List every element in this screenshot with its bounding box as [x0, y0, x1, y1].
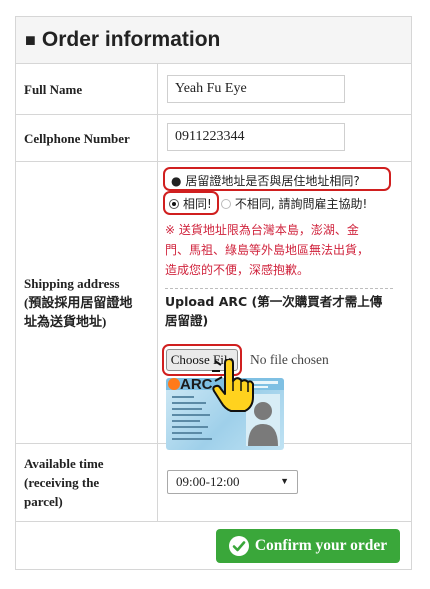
radio-same-label: 相同! [183, 197, 212, 211]
shipping-warning: ※ 送貨地址限為台灣本島，澎湖、金 門、馬祖、綠島等外島地區無法出貨， 造成您的… [165, 220, 397, 280]
available-time-line2: (receiving the [24, 475, 100, 490]
orange-circle-icon [168, 378, 180, 390]
warning-line2: 門、馬祖、綠島等外島地區無法出貨， [165, 243, 370, 257]
pointer-hand-icon [212, 359, 254, 412]
bullet-icon: ● [171, 174, 182, 188]
no-file-text: No file chosen [250, 352, 329, 367]
confirm-order-button[interactable]: Confirm your order [216, 529, 400, 563]
address-question-text: 居留證地址是否與居住地址相同? [185, 174, 360, 188]
upload-arc-label: Upload ARC (第一次購買者才需上傳 居留證) [165, 292, 399, 330]
time-select-value: 09:00-12:00 [176, 474, 240, 489]
page-title: Order information [41, 28, 221, 51]
arc-card-text: ARC [180, 378, 213, 393]
available-time-row: Available time (receiving the parcel) 09… [16, 444, 411, 522]
radio-different-label: 不相同, 請詢問雇主協助! [234, 197, 368, 211]
order-panel: ■ Order information Full Name Yeah Fu Ey… [15, 16, 412, 570]
shipping-label-line2: (預設採用居留證地 [24, 295, 133, 310]
radio-group: 相同! 不相同, 請詢問雇主協助! [169, 195, 367, 212]
cellphone-row: Cellphone Number 0911223344 [16, 115, 411, 162]
upload-line1: Upload ARC (第一次購買者才需上傳 [165, 294, 383, 309]
confirm-order-label: Confirm your order [254, 537, 388, 554]
divider [165, 288, 393, 289]
radio-different[interactable] [220, 198, 231, 209]
full-name-label: Full Name [16, 64, 158, 114]
available-time-label: Available time (receiving the parcel) [16, 444, 158, 521]
check-circle-icon [228, 536, 249, 556]
address-question: ● 居留證地址是否與居住地址相同? [171, 172, 360, 189]
full-name-row: Full Name Yeah Fu Eye [16, 64, 411, 115]
available-time-line1: Available time [24, 456, 104, 471]
black-square-icon: ■ [25, 29, 36, 50]
available-time-line3: parcel) [24, 494, 63, 509]
warning-line3: 造成您的不便，深感抱歉。 [165, 263, 310, 277]
shipping-row: Shipping address (預設採用居留證地 址為送貨地址) ● 居留證… [16, 162, 411, 450]
radio-same[interactable] [169, 198, 179, 209]
shipping-label-line1: Shipping address [24, 276, 120, 291]
upload-line2: 居留證) [165, 313, 209, 328]
dropdown-arrow-icon: ▼ [280, 476, 289, 486]
cellphone-input[interactable]: 0911223344 [167, 123, 345, 151]
panel-header: ■ Order information [16, 17, 411, 64]
shipping-label: Shipping address (預設採用居留證地 址為送貨地址) [16, 162, 158, 443]
cellphone-label: Cellphone Number [16, 115, 158, 161]
shipping-label-line3: 址為送貨地址) [24, 314, 107, 329]
warning-line1: ※ 送貨地址限為台灣本島，澎湖、金 [165, 223, 359, 237]
full-name-input[interactable]: Yeah Fu Eye [167, 75, 345, 103]
time-select[interactable]: 09:00-12:00 ▼ [167, 470, 298, 494]
question-highlight: ● 居留證地址是否與居住地址相同? [163, 167, 391, 191]
